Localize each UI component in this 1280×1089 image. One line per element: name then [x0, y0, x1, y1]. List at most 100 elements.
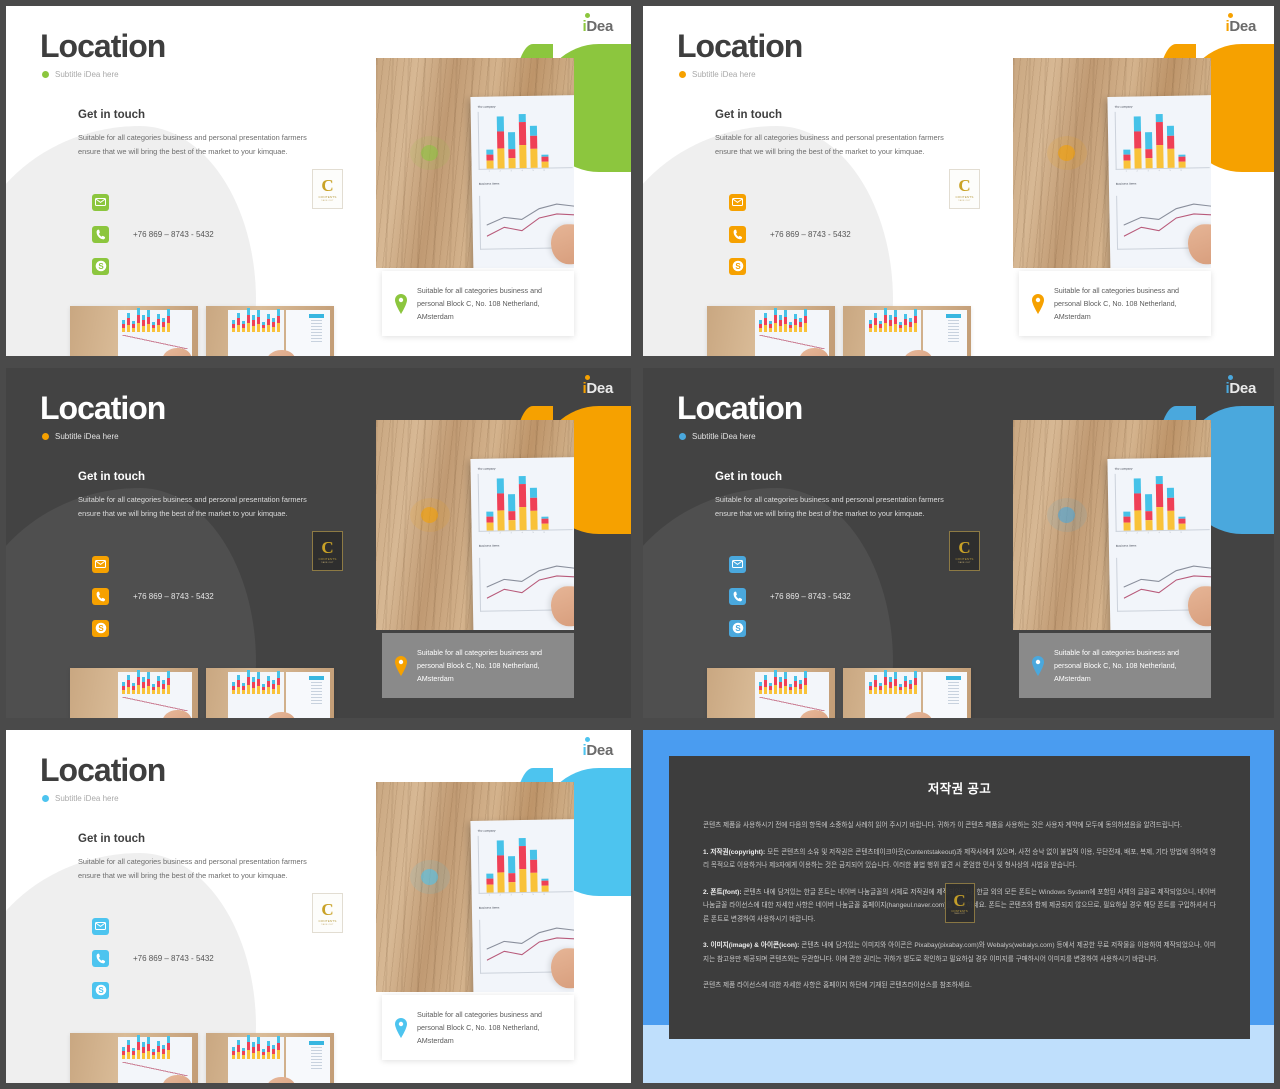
thumb-bar-chart — [118, 670, 192, 694]
contact-row-phone[interactable]: +76 869 – 8743 - 5432 — [729, 220, 851, 248]
slide-orange[interactable]: iDea Location Subtitle iDea here Get in tou… — [643, 6, 1274, 356]
phone-icon[interactable] — [729, 587, 746, 605]
contact-row-phone[interactable]: +76 869 – 8743 - 5432 — [92, 220, 214, 248]
address-text: Suitable for all categories business and… — [1054, 285, 1180, 322]
thumb-line-chart — [758, 697, 825, 711]
thumbnail-strip — [70, 1033, 334, 1083]
contact-row-email[interactable] — [92, 550, 214, 578]
contact-row-email[interactable] — [729, 550, 851, 578]
thumb-bar-chart — [755, 308, 829, 332]
slide-cell-5: iDea Location Subtitle iDea here Get in tou… — [0, 724, 637, 1089]
thumb-bar — [141, 315, 145, 332]
phone-icon[interactable] — [92, 225, 109, 243]
line-chart-title: Business items — [478, 181, 500, 186]
thumb-bar — [267, 676, 270, 694]
subtitle-dot-icon — [679, 71, 686, 78]
address-card: Suitable for all categories business and… — [382, 271, 574, 336]
thumb-bar — [151, 322, 155, 332]
skype-icon[interactable]: S — [729, 619, 746, 637]
contact-row-skype[interactable]: S — [92, 252, 214, 280]
page-subtitle: Subtitle iDea here — [42, 794, 119, 803]
slide-blue[interactable]: iDea Location Subtitle iDea here Get in tou… — [6, 730, 631, 1083]
thumb-bar — [894, 310, 897, 332]
get-in-touch-heading: Get in touch — [78, 109, 146, 121]
contents-watermark-card: C CONTENTS TAKE OUT — [949, 169, 980, 209]
contact-row-phone[interactable]: +76 869 – 8743 - 5432 — [92, 944, 214, 972]
page-subtitle: Subtitle iDea here — [42, 70, 119, 79]
thumb-header-bar — [946, 676, 961, 680]
copyright-paragraph-3-label: 3. 이미지(image) & 아이콘(icon): — [703, 942, 800, 950]
knot-core — [1058, 145, 1075, 161]
thumbnail-2[interactable] — [843, 668, 971, 718]
thumbnail-1[interactable] — [707, 306, 835, 356]
mail-icon[interactable] — [729, 555, 746, 573]
contact-row-skype[interactable]: S — [729, 252, 851, 280]
contact-row-skype[interactable]: S — [729, 614, 851, 642]
skype-icon[interactable]: S — [729, 257, 746, 275]
phone-icon[interactable] — [92, 587, 109, 605]
slide-green[interactable]: iDea Location Subtitle iDea here Get in tou… — [6, 6, 631, 356]
phone-icon[interactable] — [92, 949, 109, 967]
logo-dot-icon — [1227, 375, 1233, 380]
chart-xtick: 4 — [521, 170, 523, 173]
thumbnail-1[interactable] — [707, 668, 835, 718]
svg-text:S: S — [98, 986, 104, 995]
chart-bar — [518, 475, 527, 531]
thumb-bar — [783, 672, 787, 694]
paper-sheet-photo: The company 1 2 3 4 5 6 Business items — [470, 95, 574, 268]
logo-i-letter: i — [582, 380, 587, 397]
mail-icon[interactable] — [729, 193, 746, 211]
contact-row-phone[interactable]: +76 869 – 8743 - 5432 — [729, 582, 851, 610]
mail-icon[interactable] — [92, 917, 109, 935]
contact-row-phone[interactable]: +76 869 – 8743 - 5432 — [92, 582, 214, 610]
skype-icon[interactable]: S — [92, 981, 109, 999]
thumb-bar-chart — [755, 670, 829, 694]
slide-cell-6: 저작권 공고 콘텐츠 제품을 사용하시기 전에 다음의 항목에 소중하실 사례히… — [637, 724, 1280, 1089]
thumbnail-2[interactable] — [843, 306, 971, 356]
thumb-paper — [228, 1035, 285, 1083]
address-text: Suitable for all categories business and… — [417, 647, 543, 684]
chart-xtick: 6 — [543, 893, 545, 896]
thumbnail-2[interactable] — [206, 306, 334, 356]
thumbnail-1[interactable] — [70, 306, 198, 356]
phone-icon[interactable] — [729, 225, 746, 243]
thumb-bar — [232, 682, 235, 694]
thumb-bar — [899, 684, 902, 694]
thumbnail-1[interactable] — [70, 1033, 198, 1083]
page-title: Location — [40, 752, 166, 788]
contact-row-email[interactable] — [92, 188, 214, 216]
contact-row-skype[interactable]: S — [92, 614, 214, 642]
bar-chart — [477, 834, 573, 894]
thumb-bar — [793, 676, 797, 694]
skype-icon[interactable]: S — [92, 257, 109, 275]
bar-chart — [1114, 110, 1210, 170]
thumbnail-1[interactable] — [70, 668, 198, 718]
watermark-letter: C — [321, 899, 334, 919]
thumbnail-2[interactable] — [206, 1033, 334, 1083]
thumb-header-bar — [309, 314, 324, 318]
contact-row-skype[interactable]: S — [92, 976, 214, 1004]
phone-number: +76 869 – 8743 - 5432 — [770, 591, 851, 601]
thumb-bar — [773, 670, 777, 694]
thumbnail-2[interactable] — [206, 668, 334, 718]
mail-icon[interactable] — [92, 555, 109, 573]
wood-desk-photo: The company 1 2 3 4 5 6 Business items — [376, 782, 574, 992]
contact-row-email[interactable] — [729, 188, 851, 216]
chart-title: The company — [1114, 104, 1133, 109]
logo-i: i — [582, 375, 590, 397]
slide-blue-dark[interactable]: iDea Location Subtitle iDea here Get in tou… — [643, 368, 1274, 718]
chart-title: The company — [477, 104, 496, 109]
thumb-text-lines — [310, 320, 322, 344]
skype-icon[interactable]: S — [92, 619, 109, 637]
chart-xtick: 5 — [532, 531, 534, 534]
phone-number: +76 869 – 8743 - 5432 — [133, 229, 214, 239]
page-title: Location — [677, 28, 803, 64]
slide-orange-dark[interactable]: iDea Location Subtitle iDea here Get in tou… — [6, 368, 631, 718]
logo-dot-icon — [584, 13, 590, 18]
mail-icon[interactable] — [92, 193, 109, 211]
contact-row-email[interactable] — [92, 912, 214, 940]
thumb-bar — [803, 309, 807, 332]
slide-grid: iDea Location Subtitle iDea here Get in tou… — [0, 0, 1280, 1089]
logo-i: i — [1226, 375, 1233, 397]
thumb-bar — [884, 308, 887, 332]
